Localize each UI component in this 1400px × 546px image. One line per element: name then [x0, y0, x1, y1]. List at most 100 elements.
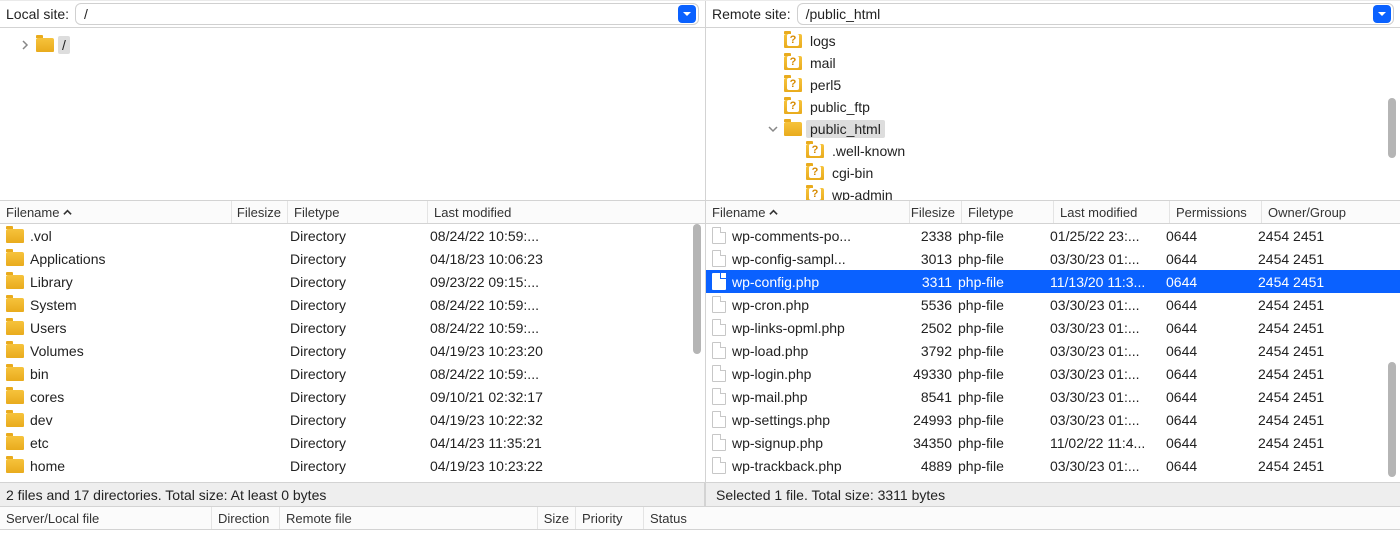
- tree-item-label: mail: [806, 54, 840, 72]
- file-name: wp-signup.php: [732, 435, 906, 451]
- file-owner: 2454 2451: [1258, 412, 1400, 428]
- remote-tree-item[interactable]: ? mail: [706, 52, 1400, 74]
- local-file-row[interactable]: ApplicationsDirectory04/18/23 10:06:23: [0, 247, 705, 270]
- file-permissions: 0644: [1166, 366, 1258, 382]
- remote-file-row[interactable]: wp-signup.php34350php-file11/02/22 11:4.…: [706, 431, 1400, 454]
- remote-tree-item[interactable]: ? wp-admin: [706, 184, 1400, 200]
- remote-file-row[interactable]: wp-cron.php5536php-file03/30/23 01:...06…: [706, 293, 1400, 316]
- remote-file-row[interactable]: wp-login.php49330php-file03/30/23 01:...…: [706, 362, 1400, 385]
- remote-tree[interactable]: ?logs? mail ?perl5?public_ftp public_html?.…: [706, 28, 1400, 200]
- folder-icon: [6, 459, 24, 473]
- remote-tree-item[interactable]: ?.well-known: [706, 140, 1400, 162]
- queue-col-remote[interactable]: Remote file: [280, 507, 538, 529]
- remote-tree-item[interactable]: ?perl5: [706, 74, 1400, 96]
- local-col-modified[interactable]: Last modified: [428, 201, 705, 223]
- local-file-row[interactable]: coresDirectory09/10/21 02:32:17: [0, 385, 705, 408]
- queue-col-direction[interactable]: Direction: [212, 507, 280, 529]
- remote-col-modified[interactable]: Last modified: [1054, 201, 1170, 223]
- remote-file-row[interactable]: wp-settings.php24993php-file03/30/23 01:…: [706, 408, 1400, 431]
- local-col-filesize[interactable]: Filesize: [232, 201, 288, 223]
- file-permissions: 0644: [1166, 389, 1258, 405]
- transfer-queue-header: Server/Local file Direction Remote file …: [0, 506, 1400, 529]
- local-list-scrollbar[interactable]: [693, 224, 701, 354]
- file-owner: 2454 2451: [1258, 366, 1400, 382]
- remote-file-row[interactable]: wp-config.php3311php-file11/13/20 11:3..…: [706, 270, 1400, 293]
- folder-icon: [6, 436, 24, 450]
- remote-col-filesize[interactable]: Filesize: [910, 201, 962, 223]
- remote-col-filetype[interactable]: Filetype: [962, 201, 1054, 223]
- remote-tree-scrollbar[interactable]: [1388, 98, 1396, 158]
- local-file-row[interactable]: UsersDirectory08/24/22 10:59:...: [0, 316, 705, 339]
- local-file-row[interactable]: devDirectory04/19/23 10:22:32: [0, 408, 705, 431]
- local-tree[interactable]: /: [0, 28, 706, 200]
- remote-tree-item[interactable]: ?logs: [706, 30, 1400, 52]
- local-file-row[interactable]: SystemDirectory08/24/22 10:59:...: [0, 293, 705, 316]
- file-type: Directory: [290, 343, 430, 359]
- remote-tree-item[interactable]: public_html: [706, 118, 1400, 140]
- folder-icon: ?: [806, 188, 824, 200]
- remote-col-filename[interactable]: Filename: [706, 201, 910, 223]
- remote-tree-item[interactable]: ?cgi-bin: [706, 162, 1400, 184]
- file-permissions: 0644: [1166, 320, 1258, 336]
- queue-col-size[interactable]: Size: [538, 507, 576, 529]
- local-file-row[interactable]: .volDirectory08/24/22 10:59:...: [0, 224, 705, 247]
- local-file-list[interactable]: .volDirectory08/24/22 10:59:...Applicati…: [0, 224, 706, 482]
- remote-col-owner[interactable]: Owner/Group: [1262, 201, 1400, 223]
- file-owner: 2454 2451: [1258, 297, 1400, 313]
- remote-site-dropdown-button[interactable]: [1373, 5, 1391, 23]
- file-type: Directory: [290, 366, 430, 382]
- remote-file-row[interactable]: wp-mail.php8541php-file03/30/23 01:...06…: [706, 385, 1400, 408]
- local-tree-root[interactable]: /: [0, 34, 705, 56]
- local-site-combo[interactable]: /: [75, 3, 699, 25]
- remote-file-row[interactable]: wp-load.php3792php-file03/30/23 01:...06…: [706, 339, 1400, 362]
- file-size: 3311: [906, 274, 958, 290]
- local-file-row[interactable]: homeDirectory04/19/23 10:23:22: [0, 454, 705, 477]
- chevron-right-icon[interactable]: [18, 38, 32, 52]
- file-type: php-file: [958, 366, 1050, 382]
- local-col-filename[interactable]: Filename: [0, 201, 232, 223]
- tree-item-label: public_html: [806, 120, 885, 138]
- queue-col-status[interactable]: Status: [644, 507, 1400, 529]
- folder-icon: ?: [784, 56, 802, 70]
- local-file-row[interactable]: binDirectory08/24/22 10:59:...: [0, 362, 705, 385]
- file-name: wp-cron.php: [732, 297, 906, 313]
- remote-tree-item[interactable]: ?public_ftp: [706, 96, 1400, 118]
- file-modified: 03/30/23 01:...: [1050, 343, 1166, 359]
- file-type: Directory: [290, 458, 430, 474]
- file-size: 3013: [906, 251, 958, 267]
- chevron-down-icon[interactable]: [766, 122, 780, 136]
- local-col-filetype[interactable]: Filetype: [288, 201, 428, 223]
- remote-file-row[interactable]: wp-links-opml.php2502php-file03/30/23 01…: [706, 316, 1400, 339]
- file-icon: [712, 227, 726, 244]
- remote-file-row[interactable]: wp-config-sampl...3013php-file03/30/23 0…: [706, 247, 1400, 270]
- file-owner: 2454 2451: [1258, 389, 1400, 405]
- remote-site-combo[interactable]: /public_html: [797, 3, 1394, 25]
- remote-file-list[interactable]: wp-comments-po...2338php-file01/25/22 23…: [706, 224, 1400, 482]
- file-icon: [712, 457, 726, 474]
- local-site-dropdown-button[interactable]: [678, 5, 696, 23]
- file-type: php-file: [958, 297, 1050, 313]
- file-name: wp-config.php: [732, 274, 906, 290]
- file-icon: [712, 365, 726, 382]
- file-modified: 08/24/22 10:59:...: [430, 297, 705, 313]
- queue-col-priority[interactable]: Priority: [576, 507, 644, 529]
- file-permissions: 0644: [1166, 343, 1258, 359]
- file-name: home: [30, 458, 234, 474]
- file-modified: 03/30/23 01:...: [1050, 458, 1166, 474]
- local-file-row[interactable]: LibraryDirectory09/23/22 09:15:...: [0, 270, 705, 293]
- folder-icon: [6, 298, 24, 312]
- file-name: Users: [30, 320, 234, 336]
- remote-file-row[interactable]: wp-comments-po...2338php-file01/25/22 23…: [706, 224, 1400, 247]
- file-size: 3792: [906, 343, 958, 359]
- remote-file-row[interactable]: wp-trackback.php4889php-file03/30/23 01:…: [706, 454, 1400, 477]
- local-file-row[interactable]: VolumesDirectory04/19/23 10:23:20: [0, 339, 705, 362]
- file-modified: 04/19/23 10:23:20: [430, 343, 705, 359]
- remote-col-permissions[interactable]: Permissions: [1170, 201, 1262, 223]
- file-name: wp-trackback.php: [732, 458, 906, 474]
- sort-asc-icon: [63, 205, 72, 220]
- queue-col-server[interactable]: Server/Local file: [0, 507, 212, 529]
- transfer-queue-body[interactable]: [0, 529, 1400, 546]
- local-file-row[interactable]: etcDirectory04/14/23 11:35:21: [0, 431, 705, 454]
- tree-item-label: wp-admin: [828, 186, 897, 200]
- remote-list-scrollbar[interactable]: [1388, 362, 1396, 477]
